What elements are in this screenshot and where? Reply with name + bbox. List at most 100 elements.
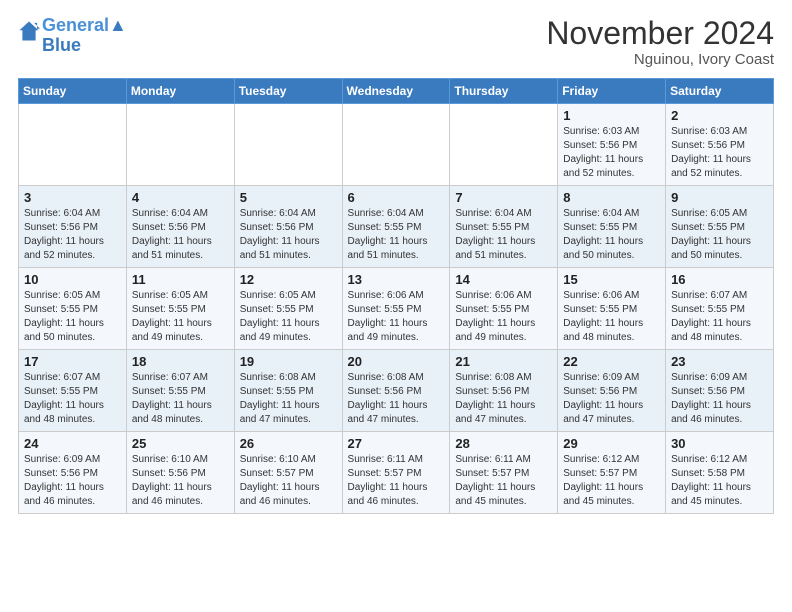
calendar-week-row: 3 Sunrise: 6:04 AMSunset: 5:56 PMDaylight…: [19, 186, 774, 268]
day-number: 28: [455, 436, 552, 451]
day-info: Sunrise: 6:05 AMSunset: 5:55 PMDaylight:…: [132, 289, 229, 345]
day-info: Sunrise: 6:05 AMSunset: 5:55 PMDaylight:…: [671, 207, 768, 263]
weekday-header: Monday: [126, 79, 234, 104]
title-block: November 2024 Nguinou, Ivory Coast: [546, 16, 774, 68]
day-info: Sunrise: 6:12 AMSunset: 5:57 PMDaylight:…: [563, 453, 660, 509]
day-number: 16: [671, 272, 768, 287]
calendar-cell: 25 Sunrise: 6:10 AMSunset: 5:56 PMDayligh…: [126, 432, 234, 514]
day-number: 20: [348, 354, 445, 369]
day-number: 25: [132, 436, 229, 451]
day-number: 12: [240, 272, 337, 287]
day-info: Sunrise: 6:11 AMSunset: 5:57 PMDaylight:…: [455, 453, 552, 509]
calendar-cell: 22Sunrise: 6:09 AMSunset: 5:56 PMDayligh…: [558, 350, 666, 432]
calendar-cell: [126, 104, 234, 186]
day-info: Sunrise: 6:07 AMSunset: 5:55 PMDaylight:…: [671, 289, 768, 345]
calendar-cell: 21 Sunrise: 6:08 AMSunset: 5:56 PMDayligh…: [450, 350, 558, 432]
calendar-cell: 14Sunrise: 6:06 AMSunset: 5:55 PMDayligh…: [450, 268, 558, 350]
day-number: 17: [24, 354, 121, 369]
weekday-header: Tuesday: [234, 79, 342, 104]
calendar-cell: 16 Sunrise: 6:07 AMSunset: 5:55 PMDayligh…: [666, 268, 774, 350]
day-number: 22: [563, 354, 660, 369]
day-number: 30: [671, 436, 768, 451]
day-number: 4: [132, 190, 229, 205]
day-info: Sunrise: 6:05 AMSunset: 5:55 PMDaylight:…: [24, 289, 121, 345]
day-info: Sunrise: 6:04 AMSunset: 5:56 PMDaylight:…: [24, 207, 121, 263]
day-number: 3: [24, 190, 121, 205]
day-info: Sunrise: 6:08 AMSunset: 5:56 PMDaylight:…: [455, 371, 552, 427]
calendar-cell: 7 Sunrise: 6:04 AMSunset: 5:55 PMDaylight…: [450, 186, 558, 268]
day-number: 2: [671, 108, 768, 123]
day-info: Sunrise: 6:03 AMSunset: 5:56 PMDaylight:…: [563, 125, 660, 181]
calendar-cell: 11Sunrise: 6:05 AMSunset: 5:55 PMDayligh…: [126, 268, 234, 350]
day-number: 19: [240, 354, 337, 369]
day-number: 6: [348, 190, 445, 205]
calendar-cell: 27 Sunrise: 6:11 AMSunset: 5:57 PMDayligh…: [342, 432, 450, 514]
calendar-week-row: 24Sunrise: 6:09 AMSunset: 5:56 PMDayligh…: [19, 432, 774, 514]
day-info: Sunrise: 6:04 AMSunset: 5:55 PMDaylight:…: [348, 207, 445, 263]
calendar-cell: 2 Sunrise: 6:03 AMSunset: 5:56 PMDaylight…: [666, 104, 774, 186]
day-number: 21: [455, 354, 552, 369]
calendar-cell: 30 Sunrise: 6:12 AMSunset: 5:58 PMDayligh…: [666, 432, 774, 514]
weekday-header: Wednesday: [342, 79, 450, 104]
day-info: Sunrise: 6:12 AMSunset: 5:58 PMDaylight:…: [671, 453, 768, 509]
calendar-cell: 15 Sunrise: 6:06 AMSunset: 5:55 PMDayligh…: [558, 268, 666, 350]
calendar-cell: 8 Sunrise: 6:04 AMSunset: 5:55 PMDaylight…: [558, 186, 666, 268]
day-info: Sunrise: 6:04 AMSunset: 5:55 PMDaylight:…: [455, 207, 552, 263]
day-number: 26: [240, 436, 337, 451]
day-info: Sunrise: 6:06 AMSunset: 5:55 PMDaylight:…: [348, 289, 445, 345]
month-title: November 2024: [546, 16, 774, 51]
weekday-header: Friday: [558, 79, 666, 104]
calendar-header-row: SundayMondayTuesdayWednesdayThursdayFrid…: [19, 79, 774, 104]
calendar-cell: 28 Sunrise: 6:11 AMSunset: 5:57 PMDayligh…: [450, 432, 558, 514]
calendar-cell: 20Sunrise: 6:08 AMSunset: 5:56 PMDayligh…: [342, 350, 450, 432]
calendar-week-row: 1 Sunrise: 6:03 AMSunset: 5:56 PMDaylight…: [19, 104, 774, 186]
calendar-cell: 26Sunrise: 6:10 AMSunset: 5:57 PMDayligh…: [234, 432, 342, 514]
day-number: 8: [563, 190, 660, 205]
calendar-cell: 19 Sunrise: 6:08 AMSunset: 5:55 PMDayligh…: [234, 350, 342, 432]
calendar-cell: 3 Sunrise: 6:04 AMSunset: 5:56 PMDaylight…: [19, 186, 127, 268]
calendar-week-row: 10 Sunrise: 6:05 AMSunset: 5:55 PMDayligh…: [19, 268, 774, 350]
calendar-cell: 6 Sunrise: 6:04 AMSunset: 5:55 PMDaylight…: [342, 186, 450, 268]
day-info: Sunrise: 6:06 AMSunset: 5:55 PMDaylight:…: [563, 289, 660, 345]
day-info: Sunrise: 6:04 AMSunset: 5:55 PMDaylight:…: [563, 207, 660, 263]
logo-icon: [18, 20, 40, 42]
day-number: 27: [348, 436, 445, 451]
calendar-week-row: 17 Sunrise: 6:07 AMSunset: 5:55 PMDayligh…: [19, 350, 774, 432]
calendar-cell: 9Sunrise: 6:05 AMSunset: 5:55 PMDaylight…: [666, 186, 774, 268]
header: General▲ Blue November 2024 Nguinou, Ivo…: [18, 16, 774, 68]
day-number: 15: [563, 272, 660, 287]
day-number: 13: [348, 272, 445, 287]
day-info: Sunrise: 6:08 AMSunset: 5:55 PMDaylight:…: [240, 371, 337, 427]
calendar-cell: 24Sunrise: 6:09 AMSunset: 5:56 PMDayligh…: [19, 432, 127, 514]
day-info: Sunrise: 6:10 AMSunset: 5:56 PMDaylight:…: [132, 453, 229, 509]
logo-line2: Blue: [42, 35, 81, 55]
calendar-cell: [234, 104, 342, 186]
day-number: 29: [563, 436, 660, 451]
calendar-cell: 13 Sunrise: 6:06 AMSunset: 5:55 PMDayligh…: [342, 268, 450, 350]
day-number: 1: [563, 108, 660, 123]
day-number: 10: [24, 272, 121, 287]
calendar-cell: 23Sunrise: 6:09 AMSunset: 5:56 PMDayligh…: [666, 350, 774, 432]
day-info: Sunrise: 6:03 AMSunset: 5:56 PMDaylight:…: [671, 125, 768, 181]
day-number: 7: [455, 190, 552, 205]
weekday-header: Saturday: [666, 79, 774, 104]
page: General▲ Blue November 2024 Nguinou, Ivo…: [0, 0, 792, 612]
weekday-header: Thursday: [450, 79, 558, 104]
day-info: Sunrise: 6:05 AMSunset: 5:55 PMDaylight:…: [240, 289, 337, 345]
day-number: 24: [24, 436, 121, 451]
day-info: Sunrise: 6:11 AMSunset: 5:57 PMDaylight:…: [348, 453, 445, 509]
calendar-cell: 10 Sunrise: 6:05 AMSunset: 5:55 PMDayligh…: [19, 268, 127, 350]
day-number: 5: [240, 190, 337, 205]
calendar-cell: 1 Sunrise: 6:03 AMSunset: 5:56 PMDaylight…: [558, 104, 666, 186]
calendar-cell: 29 Sunrise: 6:12 AMSunset: 5:57 PMDayligh…: [558, 432, 666, 514]
calendar-cell: 4Sunrise: 6:04 AMSunset: 5:56 PMDaylight…: [126, 186, 234, 268]
logo-triangle: ▲: [109, 15, 127, 35]
calendar-cell: 5Sunrise: 6:04 AMSunset: 5:56 PMDaylight…: [234, 186, 342, 268]
day-number: 23: [671, 354, 768, 369]
day-number: 18: [132, 354, 229, 369]
calendar-cell: [450, 104, 558, 186]
calendar-cell: 17 Sunrise: 6:07 AMSunset: 5:55 PMDayligh…: [19, 350, 127, 432]
calendar-cell: [19, 104, 127, 186]
day-info: Sunrise: 6:07 AMSunset: 5:55 PMDaylight:…: [24, 371, 121, 427]
logo: General▲ Blue: [18, 16, 127, 56]
